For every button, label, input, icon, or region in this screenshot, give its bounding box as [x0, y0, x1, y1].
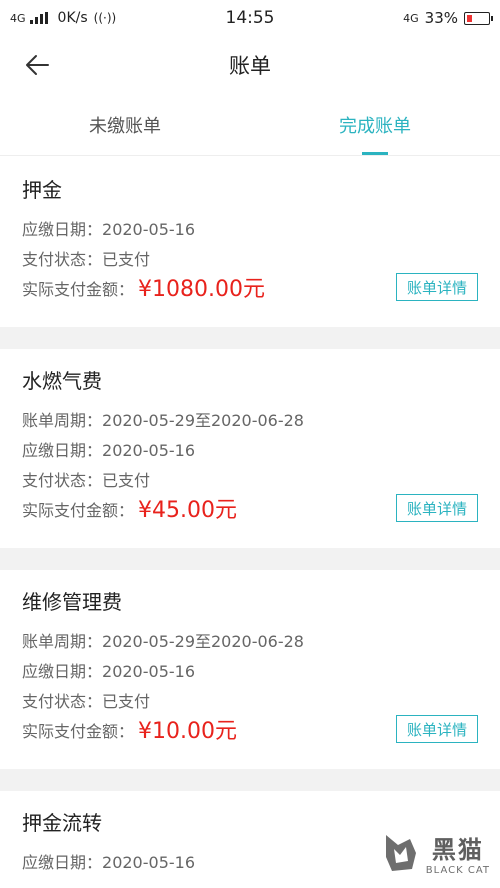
tab-label: 未缴账单 — [89, 115, 161, 137]
pay-status-value: 已支付 — [102, 471, 151, 490]
hotspot-icon: ((·)) — [93, 11, 117, 25]
pay-status-label: 支付状态： — [22, 250, 103, 269]
tab-label: 完成账单 — [339, 115, 411, 137]
tab-unpaid-bills[interactable]: 未缴账单 — [0, 94, 250, 155]
due-date-value: 2020-05-16 — [102, 441, 195, 460]
period-value: 2020-05-29至2020-06-28 — [102, 411, 304, 430]
back-button[interactable] — [22, 50, 52, 80]
watermark: 黑猫 BLACK CAT — [382, 830, 490, 876]
due-date-label: 应缴日期： — [22, 220, 103, 239]
amount-value: ¥45.00元 — [138, 498, 237, 523]
clock: 14:55 — [225, 8, 275, 28]
amount-label: 实际支付金额： — [22, 722, 135, 741]
bill-title: 水燃气费 — [22, 369, 102, 393]
black-cat-logo-icon — [385, 835, 416, 871]
page-title: 账单 — [229, 54, 271, 78]
due-date-value: 2020-05-16 — [102, 220, 195, 239]
bill-title: 押金 — [22, 178, 62, 202]
bill-detail-button[interactable]: 账单详情 — [396, 273, 478, 301]
due-date-label: 应缴日期： — [22, 441, 103, 460]
pay-status-label: 支付状态： — [22, 692, 103, 711]
due-date-label: 应缴日期： — [22, 853, 103, 872]
bill-card: 押金 应缴日期： 2020-05-16 支付状态： 已支付 实际支付金额： ¥1… — [0, 156, 500, 327]
status-right: 4G 33% — [300, 9, 493, 27]
pay-status-row: 支付状态： 已支付 — [22, 466, 478, 496]
amount-value: ¥1080.00元 — [138, 277, 265, 302]
pay-status-value: 已支付 — [102, 692, 151, 711]
status-left: 4G 0K/s ((·)) — [10, 10, 200, 26]
pay-status-row: 支付状态： 已支付 — [22, 245, 478, 275]
watermark-text: 黑猫 BLACK CAT — [426, 830, 490, 876]
battery-percent: 33% — [424, 9, 458, 27]
status-bar: 4G 0K/s ((·)) 14:55 4G 33% — [0, 0, 500, 36]
period-value: 2020-05-29至2020-06-28 — [102, 632, 304, 651]
pay-status-label: 支付状态： — [22, 471, 103, 490]
bill-card: 水燃气费 账单周期： 2020-05-29至2020-06-28 应缴日期： 2… — [0, 349, 500, 548]
due-date-row: 应缴日期： 2020-05-16 — [22, 436, 478, 466]
signal-icon — [29, 12, 48, 24]
back-arrow-icon — [26, 55, 49, 75]
watermark-en: BLACK CAT — [425, 865, 490, 876]
bill-detail-button[interactable]: 账单详情 — [396, 715, 478, 743]
network-type-left: 4G — [10, 11, 26, 25]
bill-card: 维修管理费 账单周期： 2020-05-29至2020-06-28 应缴日期： … — [0, 570, 500, 769]
pay-status-row: 支付状态： 已支付 — [22, 687, 478, 717]
network-type-right: 4G — [403, 11, 419, 25]
due-date-label: 应缴日期： — [22, 662, 103, 681]
due-date-row: 应缴日期： 2020-05-16 — [22, 657, 478, 687]
period-label: 账单周期： — [22, 411, 103, 430]
nav-bar: 账单 — [0, 36, 500, 94]
due-date-value: 2020-05-16 — [102, 853, 195, 872]
period-label: 账单周期： — [22, 632, 103, 651]
tab-bar: 未缴账单 完成账单 — [0, 94, 500, 156]
amount-value: ¥10.00元 — [138, 719, 237, 744]
battery-icon — [464, 11, 493, 25]
pay-status-value: 已支付 — [102, 250, 151, 269]
due-date-value: 2020-05-16 — [102, 662, 195, 681]
bill-title: 维修管理费 — [22, 590, 122, 614]
amount-label: 实际支付金额： — [22, 501, 135, 520]
amount-label: 实际支付金额： — [22, 280, 135, 299]
network-speed: 0K/s — [57, 10, 88, 26]
watermark-cn: 黑猫 — [431, 836, 484, 864]
tab-completed-bills[interactable]: 完成账单 — [250, 94, 500, 155]
period-row: 账单周期： 2020-05-29至2020-06-28 — [22, 406, 478, 436]
bill-detail-button[interactable]: 账单详情 — [396, 494, 478, 522]
period-row: 账单周期： 2020-05-29至2020-06-28 — [22, 627, 478, 657]
due-date-row: 应缴日期： 2020-05-16 — [22, 215, 478, 245]
tab-active-indicator — [362, 152, 388, 155]
